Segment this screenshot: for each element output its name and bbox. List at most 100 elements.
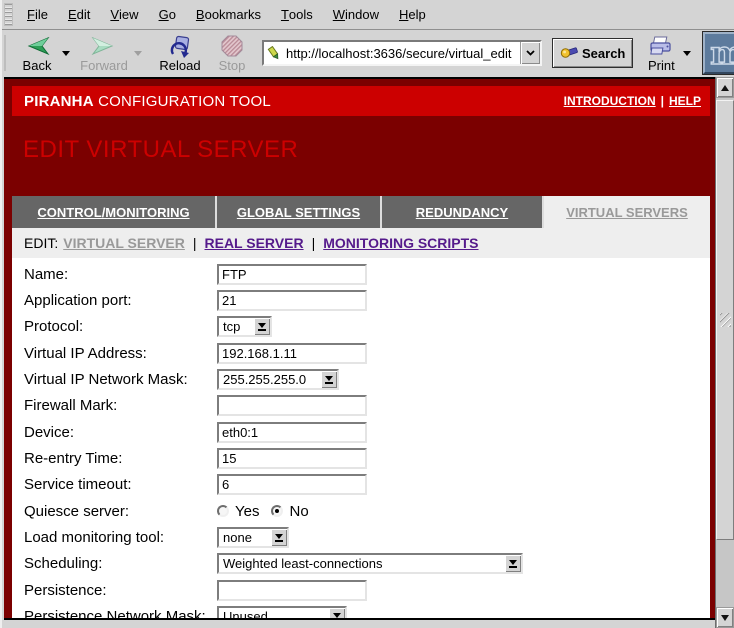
load-monitoring-tool-selected-value: none <box>219 530 271 545</box>
mozilla-logo-button[interactable]: m <box>703 32 734 74</box>
virtual-ip-network-mask-selected-value: 255.255.255.0 <box>219 372 321 387</box>
print-button[interactable]: Print <box>641 32 681 74</box>
form-row-persistence-network-mask: Persistence Network Mask:Unused <box>12 603 710 618</box>
name-input[interactable] <box>217 264 367 285</box>
header-link-separator: | <box>661 94 664 108</box>
url-dropdown-button[interactable] <box>520 42 540 64</box>
scrollbar-thumb[interactable] <box>716 100 734 540</box>
subnav-link-monitoring-scripts[interactable]: MONITORING SCRIPTS <box>323 235 478 251</box>
device-input[interactable] <box>217 422 367 443</box>
form-row-device: Device: <box>12 419 710 445</box>
reload-label: Reload <box>159 59 200 72</box>
search-icon <box>560 44 578 62</box>
menu-file[interactable]: File <box>17 0 58 29</box>
form-row-name: Name: <box>12 261 710 287</box>
menu-view[interactable]: View <box>100 0 148 29</box>
stop-icon <box>221 34 243 58</box>
scroll-down-icon <box>721 615 729 621</box>
re-entry-time-input[interactable] <box>217 448 367 469</box>
persistence-input[interactable] <box>217 580 367 601</box>
scroll-down-button[interactable] <box>716 607 734 628</box>
quiesce-server-yes-label: Yes <box>235 503 259 520</box>
reload-button[interactable]: Reload <box>154 32 206 74</box>
virtual-ip-network-mask-select[interactable]: 255.255.255.0 <box>217 369 339 390</box>
firewall-mark-input[interactable] <box>217 395 367 416</box>
menu-bookmarks[interactable]: Bookmarks <box>186 0 271 29</box>
virtual-server-form: Name:Application port:Protocol:tcpVirtua… <box>12 258 710 618</box>
help-link[interactable]: HELP <box>669 94 701 108</box>
label-scheduling: Scheduling: <box>24 555 217 572</box>
menu-edit[interactable]: Edit <box>58 0 100 29</box>
form-row-virtual-ip-network-mask: Virtual IP Network Mask:255.255.255.0 <box>12 366 710 392</box>
back-dropdown-button[interactable] <box>60 32 72 74</box>
url-input[interactable] <box>284 42 520 64</box>
dropdown-arrow-icon <box>271 529 287 546</box>
url-bar <box>262 40 542 66</box>
page-proxy-icon[interactable] <box>264 46 284 61</box>
quiesce-server-yes-radio[interactable] <box>217 505 229 517</box>
menu-help[interactable]: Help <box>389 0 436 29</box>
form-row-protocol: Protocol:tcp <box>12 314 710 340</box>
navigation-toolbar: Back Forward Reload <box>2 30 734 76</box>
menu-go[interactable]: Go <box>149 0 186 29</box>
forward-dropdown-button[interactable] <box>132 32 144 74</box>
persistence-network-mask-select[interactable]: Unused <box>217 606 347 618</box>
browser-viewport: PIRANHA CONFIGURATION TOOL INTRODUCTION … <box>4 77 717 620</box>
stop-button[interactable]: Stop <box>212 32 252 74</box>
load-monitoring-tool-select[interactable]: none <box>217 527 289 548</box>
edit-subnav: EDIT: VIRTUAL SERVER|REAL SERVER|MONITOR… <box>12 228 710 258</box>
label-load-monitoring-tool: Load monitoring tool: <box>24 529 217 546</box>
menu-bar: FileEditViewGoBookmarksToolsWindowHelp <box>2 0 734 30</box>
tab-virtual-servers[interactable]: VIRTUAL SERVERS <box>544 196 710 228</box>
scroll-up-button[interactable] <box>716 77 734 98</box>
service-timeout-input[interactable] <box>217 474 367 495</box>
tab-control-monitoring[interactable]: CONTROL/MONITORING <box>12 196 217 228</box>
protocol-select[interactable]: tcp <box>217 316 272 337</box>
menu-tools[interactable]: Tools <box>271 0 323 29</box>
form-row-application-port: Application port: <box>12 287 710 313</box>
toolbar-grippy[interactable] <box>4 35 6 72</box>
form-row-scheduling: Scheduling:Weighted least-connections <box>12 551 710 577</box>
label-persistence: Persistence: <box>24 582 217 599</box>
form-row-load-monitoring-tool: Load monitoring tool:none <box>12 524 710 550</box>
virtual-ip-address-input[interactable] <box>217 343 367 364</box>
subnav-link-real-server[interactable]: REAL SERVER <box>205 235 304 251</box>
forward-label: Forward <box>80 59 128 72</box>
back-button[interactable]: Back <box>14 32 60 74</box>
scheduling-select[interactable]: Weighted least-connections <box>217 553 523 574</box>
label-re-entry-time: Re-entry Time: <box>24 450 217 467</box>
label-service-timeout: Service timeout: <box>24 476 217 493</box>
label-firewall-mark: Firewall Mark: <box>24 397 217 414</box>
print-dropdown-button[interactable] <box>681 32 693 74</box>
tab-redundancy[interactable]: REDUNDANCY <box>382 196 544 228</box>
menubar-grippy[interactable] <box>4 3 13 26</box>
page-title: EDIT VIRTUAL SERVER <box>23 136 298 164</box>
form-row-service-timeout: Service timeout: <box>12 472 710 498</box>
label-virtual-ip-network-mask: Virtual IP Network Mask: <box>24 371 217 388</box>
form-row-persistence: Persistence: <box>12 577 710 603</box>
label-persistence-network-mask: Persistence Network Mask: <box>24 608 217 618</box>
application-port-input[interactable] <box>217 290 367 311</box>
label-protocol: Protocol: <box>24 318 217 335</box>
svg-text:m: m <box>710 35 734 71</box>
search-button[interactable]: Search <box>552 38 633 68</box>
label-device: Device: <box>24 424 217 441</box>
app-brand: PIRANHA CONFIGURATION TOOL <box>24 93 271 110</box>
introduction-link[interactable]: INTRODUCTION <box>564 94 656 108</box>
browser-window: FileEditViewGoBookmarksToolsWindowHelp B… <box>0 0 734 628</box>
label-quiesce-server: Quiesce server: <box>24 503 217 520</box>
back-label: Back <box>23 59 52 72</box>
tab-global-settings[interactable]: GLOBAL SETTINGS <box>217 196 382 228</box>
label-application-port: Application port: <box>24 292 217 309</box>
menu-window[interactable]: Window <box>323 0 389 29</box>
persistence-network-mask-selected-value: Unused <box>219 609 329 618</box>
forward-button[interactable]: Forward <box>76 32 132 74</box>
protocol-selected-value: tcp <box>219 319 254 334</box>
scrollbar-grip-icon <box>720 313 731 327</box>
subnav-separator: | <box>312 235 316 251</box>
form-row-virtual-ip-address: Virtual IP Address: <box>12 340 710 366</box>
quiesce-server-no-radio[interactable] <box>271 505 283 517</box>
search-label: Search <box>582 46 625 61</box>
reload-icon <box>168 34 192 58</box>
subnav-link-virtual-server[interactable]: VIRTUAL SERVER <box>63 235 185 251</box>
